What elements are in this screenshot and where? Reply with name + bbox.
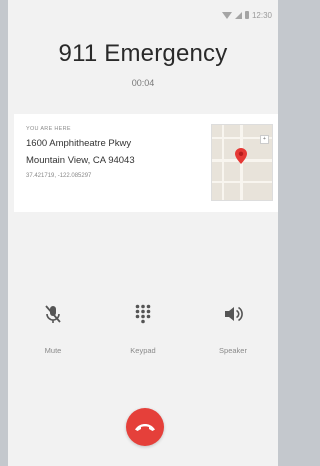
map-thumbnail[interactable]: +	[211, 124, 273, 201]
call-header: 911 Emergency 00:04	[8, 30, 278, 88]
location-coordinates: 37.421719, -122.085297	[26, 173, 92, 179]
mic-off-icon	[45, 305, 61, 323]
map-road	[222, 125, 224, 200]
speaker-button[interactable]: Speaker	[193, 300, 273, 355]
call-timer: 00:04	[131, 78, 155, 88]
end-call-icon	[135, 424, 155, 431]
location-card: YOU ARE HERE 1600 Amphitheatre Pkwy Moun…	[14, 114, 278, 212]
end-call-button[interactable]	[126, 408, 164, 446]
map-zoom-button[interactable]: +	[260, 135, 269, 144]
volume-icon	[225, 306, 243, 322]
status-time: 12:30	[251, 10, 272, 20]
keypad-button[interactable]: Keypad	[103, 300, 183, 355]
dialpad-icon	[135, 304, 151, 324]
map-road	[212, 181, 272, 183]
speaker-label: Speaker	[219, 346, 247, 355]
call-title: 911 Emergency	[58, 40, 228, 67]
address-line1: 1600 Amphitheatre Pkwy	[26, 138, 132, 149]
call-controls: Mute Keypad Speaker	[8, 300, 278, 355]
keypad-label: Keypad	[130, 346, 156, 355]
mute-label: Mute	[44, 346, 62, 355]
signal-icon	[234, 11, 242, 19]
wifi-icon	[221, 11, 232, 19]
mute-button[interactable]: Mute	[13, 300, 93, 355]
location-label: YOU ARE HERE	[26, 126, 71, 132]
battery-icon	[244, 11, 249, 19]
status-bar: 12:30	[8, 0, 278, 30]
map-pin-icon	[235, 148, 247, 164]
address-line2: Mountain View, CA 94043	[26, 155, 135, 166]
call-screen: 12:30 911 Emergency 00:04 YOU ARE HERE 1…	[8, 0, 278, 466]
